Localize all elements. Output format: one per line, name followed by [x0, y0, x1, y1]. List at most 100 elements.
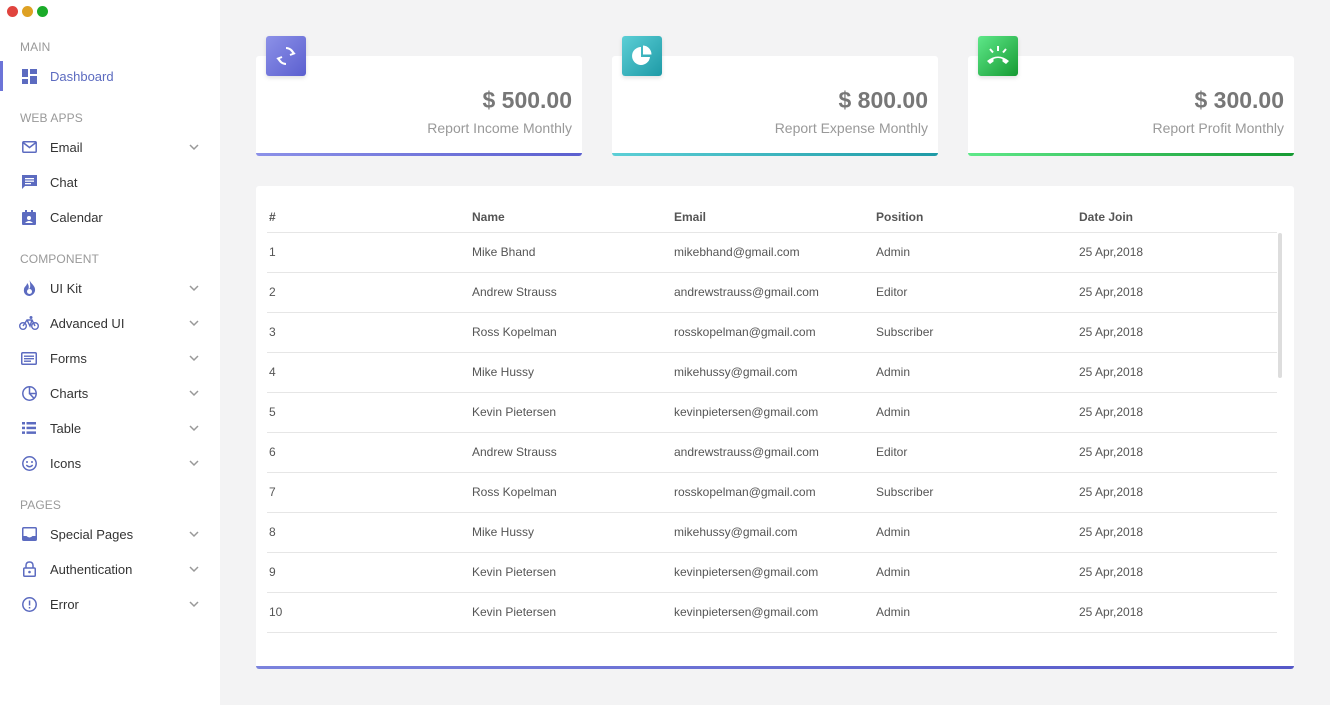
- cell-date-join: 25 Apr,2018: [1077, 392, 1277, 433]
- sidebar-item-dashboard[interactable]: Dashboard: [0, 61, 220, 91]
- sidebar-item-authentication[interactable]: Authentication: [0, 554, 220, 584]
- users-table-panel: # Name Email Position Date Join 1 Mike Bh…: [256, 186, 1294, 669]
- cell-position: Admin: [874, 392, 1077, 433]
- cell-date-join: 25 Apr,2018: [1077, 472, 1277, 513]
- sidebar-item-label: UI Kit: [50, 280, 82, 296]
- table-row[interactable]: 1 Mike Bhand mikebhand@gmail.com Admin 25 Ap…: [267, 232, 1277, 273]
- chevron-down-icon: [189, 355, 199, 362]
- stat-bottom-bar: [968, 153, 1294, 156]
- sidebar-item-calendar[interactable]: Calendar: [0, 202, 220, 232]
- table-row[interactable]: 6 Andrew Strauss andrewstrauss@gmail.com Ed…: [267, 432, 1277, 473]
- section-title-component: COMPONENT: [20, 252, 99, 266]
- cell-email: kevinpietersen@gmail.com: [672, 392, 874, 433]
- cell-number: 10: [267, 592, 470, 633]
- pie-icon: [622, 36, 662, 76]
- sidebar-item-table[interactable]: Table: [0, 413, 220, 443]
- sidebar-item-label: Forms: [50, 350, 87, 366]
- smiley-icon: [21, 455, 37, 471]
- chevron-down-icon: [189, 566, 199, 573]
- chevron-down-icon: [189, 320, 199, 327]
- sidebar-item-label: Dashboard: [50, 68, 114, 84]
- cell-number: 6: [267, 432, 470, 473]
- column-header-email[interactable]: Email: [672, 202, 874, 233]
- cell-date-join: 25 Apr,2018: [1077, 312, 1277, 353]
- cell-number: 7: [267, 472, 470, 513]
- table-row[interactable]: 3 Ross Kopelman rosskopelman@gmail.com Subs…: [267, 312, 1277, 353]
- table-row[interactable]: 4 Mike Hussy mikehussy@gmail.com Admin 25 Ap…: [267, 352, 1277, 393]
- sidebar-item-chat[interactable]: Chat: [0, 167, 220, 197]
- cell-position: Subscriber: [874, 472, 1077, 513]
- cell-name: Mike Hussy: [470, 352, 672, 393]
- cell-date-join: 25 Apr,2018: [1077, 352, 1277, 393]
- minimize-window-button[interactable]: [22, 6, 33, 17]
- column-header-date-join[interactable]: Date Join: [1077, 202, 1277, 233]
- section-title-web-apps: WEB APPS: [20, 111, 83, 125]
- chevron-down-icon: [189, 601, 199, 608]
- table-row[interactable]: 2 Andrew Strauss andrewstrauss@gmail.com Ed…: [267, 272, 1277, 313]
- cell-email: kevinpietersen@gmail.com: [672, 592, 874, 633]
- lock-icon: [21, 561, 37, 577]
- pie-chart-icon: [21, 385, 37, 401]
- section-title-main: MAIN: [20, 40, 51, 54]
- cell-number: 2: [267, 272, 470, 313]
- table-row[interactable]: 5 Kevin Pietersen kevinpietersen@gmail.com…: [267, 392, 1277, 433]
- cell-number: 5: [267, 392, 470, 433]
- cell-number: 1: [267, 232, 470, 273]
- maximize-window-button[interactable]: [37, 6, 48, 17]
- cell-email: rosskopelman@gmail.com: [672, 472, 874, 513]
- table-row[interactable]: 7 Ross Kopelman rosskopelman@gmail.com Subs…: [267, 472, 1277, 513]
- sidebar-item-label: Authentication: [50, 561, 133, 577]
- stat-amount: $ 300.00: [1194, 87, 1284, 113]
- chevron-down-icon: [189, 531, 199, 538]
- sidebar-item-email[interactable]: Email: [0, 132, 220, 162]
- panel-bottom-bar: [256, 666, 1294, 669]
- cell-date-join: 25 Apr,2018: [1077, 512, 1277, 553]
- cell-name: Mike Hussy: [470, 512, 672, 553]
- table-scrollbar[interactable]: [1278, 233, 1282, 378]
- cell-date-join: 25 Apr,2018: [1077, 232, 1277, 273]
- refresh-icon: [266, 36, 306, 76]
- chevron-down-icon: [189, 390, 199, 397]
- cell-name: Kevin Pietersen: [470, 392, 672, 433]
- users-table: # Name Email Position Date Join 1 Mike Bh…: [267, 202, 1277, 633]
- sidebar-item-special-pages[interactable]: Special Pages: [0, 519, 220, 549]
- form-icon: [21, 350, 37, 366]
- close-window-button[interactable]: [7, 6, 18, 17]
- column-header-position[interactable]: Position: [874, 202, 1077, 233]
- cell-email: kevinpietersen@gmail.com: [672, 552, 874, 593]
- sidebar-item-label: Charts: [50, 385, 89, 401]
- table-row[interactable]: 8 Mike Hussy mikehussy@gmail.com Admin 25 Ap…: [267, 512, 1277, 553]
- dashboard-icon: [21, 68, 37, 84]
- phone-hangup-icon: [978, 36, 1018, 76]
- sidebar-item-label: Calendar: [50, 209, 103, 225]
- cell-email: mikehussy@gmail.com: [672, 352, 874, 393]
- cell-email: andrewstrauss@gmail.com: [672, 432, 874, 473]
- cell-date-join: 25 Apr,2018: [1077, 432, 1277, 473]
- cell-name: Andrew Strauss: [470, 432, 672, 473]
- cell-number: 4: [267, 352, 470, 393]
- sidebar-item-ui-kit[interactable]: UI Kit: [0, 273, 220, 303]
- cell-number: 8: [267, 512, 470, 553]
- table-row[interactable]: 9 Kevin Pietersen kevinpietersen@gmail.com…: [267, 552, 1277, 593]
- sidebar-item-advanced-ui[interactable]: Advanced UI: [0, 308, 220, 338]
- sidebar-item-forms[interactable]: Forms: [0, 343, 220, 373]
- cell-position: Editor: [874, 432, 1077, 473]
- chevron-down-icon: [189, 144, 199, 151]
- cell-position: Subscriber: [874, 312, 1077, 353]
- sidebar-item-icons[interactable]: Icons: [0, 448, 220, 478]
- column-header-number[interactable]: #: [267, 202, 470, 233]
- sidebar-item-label: Table: [50, 420, 82, 436]
- sidebar-item-charts[interactable]: Charts: [0, 378, 220, 408]
- column-header-name[interactable]: Name: [470, 202, 672, 233]
- sidebar-item-label: Special Pages: [50, 526, 134, 542]
- sidebar-item-label: Chat: [50, 174, 78, 190]
- stat-amount: $ 500.00: [482, 87, 572, 113]
- chat-icon: [21, 174, 37, 190]
- stat-card-profit: $ 300.00 Report Profit Monthly: [968, 36, 1294, 156]
- sidebar-item-label: Email: [50, 139, 83, 155]
- table-row[interactable]: 10 Kevin Pietersen kevinpietersen@gmail.co…: [267, 592, 1277, 633]
- sidebar-item-error[interactable]: Error: [0, 589, 220, 619]
- cell-position: Admin: [874, 592, 1077, 633]
- mail-icon: [21, 139, 37, 155]
- cell-position: Admin: [874, 512, 1077, 553]
